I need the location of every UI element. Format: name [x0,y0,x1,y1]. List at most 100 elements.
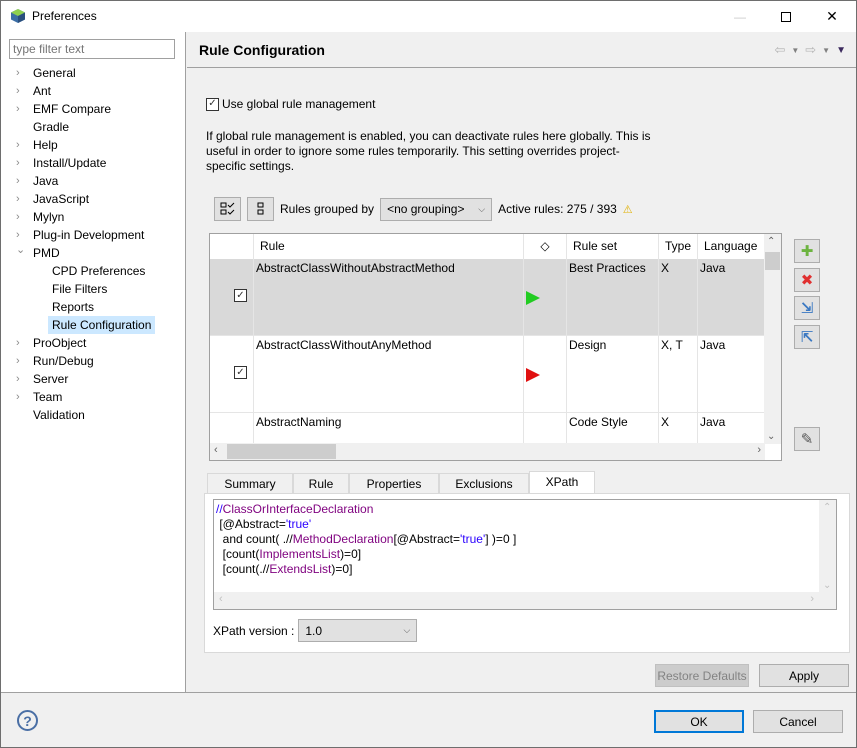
tree-item-label: PMD [33,246,60,260]
xpath-version-label: XPath version : [213,623,295,638]
header-ruleset[interactable]: Rule set [567,234,659,259]
apply-button[interactable]: Apply [759,664,849,687]
tree-item-label: Server [33,372,69,386]
add-rule-button[interactable]: ✚ [794,239,820,263]
tree-item-team[interactable]: › Team [1,388,185,406]
checkbox-checked-icon[interactable]: ✓ [234,289,247,302]
xpath-version-select[interactable]: 1.0 ⌵ [298,619,418,642]
xpath-horizontal-scrollbar[interactable]: ‹ › [214,592,836,609]
close-button[interactable]: ✕ [809,1,855,32]
tree-item-plug-in-development[interactable]: › Plug-in Development [1,226,185,244]
tree-item-general[interactable]: › General [1,64,185,82]
scroll-down-icon[interactable]: ⌄ [767,431,775,442]
tree-item-cpd-preferences[interactable]: CPD Preferences [1,262,185,280]
vertical-scrollbar[interactable]: ⌃ ⌄ [764,234,781,444]
export-rules-button[interactable]: ⇱ [794,325,820,349]
tree-item-install-update[interactable]: › Install/Update [1,154,185,172]
check-all-button[interactable] [214,197,241,221]
tab-properties[interactable]: Properties [349,473,439,494]
import-rules-button[interactable]: ⇲ [794,296,820,320]
grouping-select[interactable]: <no grouping> ⌵ [380,197,493,221]
header-language[interactable]: Language [698,234,765,259]
hscroll-thumb[interactable] [227,444,336,459]
uncheck-all-button[interactable] [247,197,274,221]
edit-rule-button[interactable]: ✎ [794,427,820,451]
tree-item-ant[interactable]: › Ant [1,82,185,100]
rules-table: Rule ◇ Rule set Type Language ✓ AbstractClass… [209,233,782,461]
chevron-right-icon[interactable]: › [16,190,26,208]
chevron-right-icon[interactable]: › [16,64,26,82]
checkbox-checked-icon: ✓ [206,97,219,111]
row-checkbox-cell[interactable]: ✓ [210,259,254,335]
scroll-down-icon[interactable]: ⌄ [823,580,831,591]
chevron-right-icon[interactable]: › [16,388,26,406]
maximize-button[interactable] [763,1,809,32]
tree-item-java[interactable]: › Java [1,172,185,190]
row-checkbox-cell[interactable]: ✓ [210,336,254,412]
header-priority[interactable]: ◇ [524,234,567,259]
minimize-button[interactable]: — [717,1,763,32]
scroll-up-icon[interactable]: ⌃ [767,236,775,247]
tree-item-rule-configuration[interactable]: Rule Configuration [1,316,185,334]
help-icon[interactable]: ? [17,710,38,731]
back-dropdown-icon[interactable]: ▼ [791,46,799,55]
tree-item-validation[interactable]: Validation [1,406,185,424]
horizontal-scrollbar[interactable]: ‹ › [210,443,765,460]
chevron-right-icon[interactable]: › [16,154,26,172]
tree-item-javascript[interactable]: › JavaScript [1,190,185,208]
header-check[interactable] [210,234,254,259]
tree-item-run-debug[interactable]: › Run/Debug [1,352,185,370]
filter-input[interactable] [9,39,175,59]
tab-xpath[interactable]: XPath [529,471,595,494]
ok-button[interactable]: OK [654,710,744,733]
scroll-left-icon[interactable]: ‹ [214,444,218,456]
header-rule[interactable]: Rule [254,234,524,259]
tree-item-help[interactable]: › Help [1,136,185,154]
table-row[interactable]: ✓ AbstractClassWithoutAnyMethod Design X, T… [210,336,765,413]
tab-rule[interactable]: Rule [293,473,349,494]
chevron-right-icon[interactable]: › [16,334,26,352]
scroll-left-icon[interactable]: ‹ [219,593,223,605]
header-type[interactable]: Type [659,234,698,259]
title-bar: Preferences — ✕ [1,1,856,32]
table-header: Rule ◇ Rule set Type Language [210,234,765,259]
tree-item-file-filters[interactable]: File Filters [1,280,185,298]
chevron-right-icon[interactable]: › [16,208,26,226]
chevron-right-icon[interactable]: › [16,172,26,190]
tab-exclusions[interactable]: Exclusions [439,473,529,494]
scroll-right-icon[interactable]: › [810,593,814,605]
scroll-up-icon[interactable]: ⌃ [823,502,831,513]
chevron-right-icon[interactable]: › [16,82,26,100]
xpath-vertical-scrollbar[interactable]: ⌃ ⌄ [819,500,836,593]
forward-dropdown-icon[interactable]: ▼ [822,46,830,55]
chevron-right-icon[interactable]: › [16,352,26,370]
tree-item-server[interactable]: › Server [1,370,185,388]
tree-item-emf-compare[interactable]: › EMF Compare [1,100,185,118]
xpath-token: ClassOrInterfaceDeclaration [222,502,374,516]
tree-item-reports[interactable]: Reports [1,298,185,316]
tree-item-mylyn[interactable]: › Mylyn [1,208,185,226]
use-global-rule-management-checkbox[interactable]: ✓ Use global rule management [206,97,375,111]
forward-arrow-icon[interactable]: ⇨ [805,42,816,58]
tree-item-label: Run/Debug [33,354,94,368]
tree-item-proobject[interactable]: › ProObject [1,334,185,352]
table-row[interactable]: ✓ AbstractClassWithoutAbstractMethod Best … [210,259,765,336]
cancel-button[interactable]: Cancel [753,710,843,733]
tab-summary[interactable]: Summary [207,473,293,494]
back-arrow-icon[interactable]: ⇦ [774,42,785,58]
restore-defaults-button[interactable]: Restore Defaults [655,664,749,687]
scroll-right-icon[interactable]: › [757,444,761,456]
tree-item-pmd[interactable]: ⌄ PMD [1,244,185,262]
remove-rule-button[interactable]: ✖ [794,268,820,292]
scroll-thumb[interactable] [765,252,780,270]
xpath-code[interactable]: //ClassOrInterfaceDeclaration [@Abstract… [216,502,516,577]
xpath-token: [@Abstract= [216,517,286,531]
chevron-down-icon[interactable]: ⌄ [16,241,26,259]
tree-item-gradle[interactable]: Gradle [1,118,185,136]
chevron-right-icon[interactable]: › [16,100,26,118]
chevron-right-icon[interactable]: › [16,370,26,388]
checkbox-checked-icon[interactable]: ✓ [234,366,247,379]
chevron-right-icon[interactable]: › [16,136,26,154]
view-menu-icon[interactable]: ▼ [836,45,846,56]
xpath-editor[interactable]: //ClassOrInterfaceDeclaration [@Abstract… [213,499,837,610]
